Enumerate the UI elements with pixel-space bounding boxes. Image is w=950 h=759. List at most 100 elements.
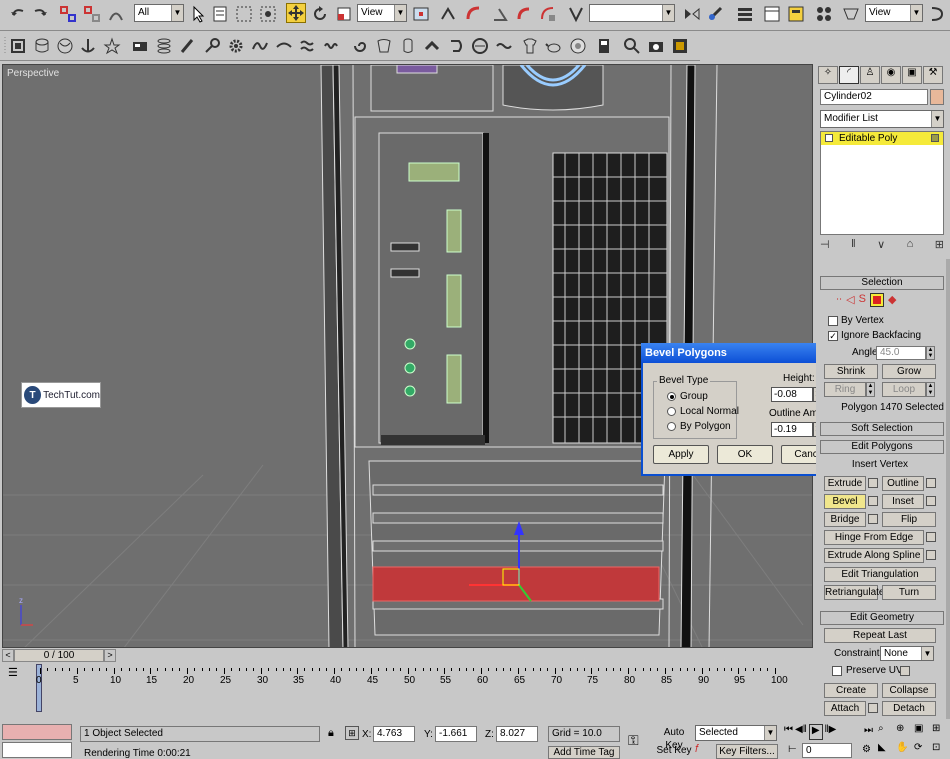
lock-selection-icon[interactable]: 🔒︎ <box>328 727 334 740</box>
angle-spinner[interactable]: ▲ ▼ <box>926 346 935 360</box>
repeat-last-button[interactable]: Repeat Last <box>824 628 936 643</box>
extrude-along-spline-button[interactable]: Extrude Along Spline <box>824 548 924 563</box>
maxscript-listener-bottom[interactable] <box>2 742 72 758</box>
modifier-list-dropdown[interactable]: Modifier List ▼ <box>820 110 944 128</box>
play-icon[interactable]: ▶ <box>808 724 823 740</box>
polygon-icon[interactable] <box>869 293 884 307</box>
auto-key-button[interactable]: Auto Key <box>656 726 692 751</box>
magnify-render-icon[interactable] <box>622 36 642 56</box>
gear-icon[interactable] <box>226 36 246 56</box>
attach-settings-button[interactable] <box>868 703 878 713</box>
zoom-extents-all-icon[interactable]: ⊞ <box>932 723 948 740</box>
orbit-icon[interactable]: ⟳ <box>914 742 930 759</box>
schematic-view-icon[interactable] <box>786 4 806 24</box>
flip-button[interactable]: Flip <box>882 512 936 527</box>
z-coordinate[interactable]: 8.027 <box>496 726 538 742</box>
stack-icon[interactable] <box>154 36 174 56</box>
expand-icon[interactable] <box>825 134 833 142</box>
target-icon[interactable] <box>568 36 588 56</box>
time-config-icon[interactable]: ⚙ <box>862 744 871 755</box>
shirt-icon[interactable] <box>520 36 540 56</box>
time-slider[interactable]: < 0 / 100 > <box>0 649 815 663</box>
create-tab-icon[interactable]: ✧ <box>818 66 838 84</box>
ignore-backfacing-checkbox[interactable]: ✓ <box>828 331 838 341</box>
attach-icon[interactable] <box>8 36 28 56</box>
turn-button[interactable]: Turn <box>882 585 936 600</box>
globe-icon[interactable] <box>470 36 490 56</box>
pan-icon[interactable]: ✋ <box>896 742 912 759</box>
fov-icon[interactable]: ◣ <box>878 742 894 759</box>
hinge-from-edge-button[interactable]: Hinge From Edge <box>824 530 924 545</box>
apply-button[interactable]: Apply <box>653 445 709 464</box>
pen-icon[interactable] <box>178 36 198 56</box>
ring-spinner[interactable]: ▲ ▼ <box>866 382 875 397</box>
loop-button[interactable]: Loop <box>882 382 926 397</box>
element-icon[interactable]: ◆ <box>888 293 896 309</box>
motion-tab-icon[interactable]: ◉ <box>881 66 901 84</box>
option-by-polygon[interactable]: By Polygon <box>667 421 731 432</box>
select-object-icon[interactable] <box>188 4 208 24</box>
key-icon[interactable]: ⚿ <box>628 732 639 749</box>
align-icon[interactable] <box>706 4 726 24</box>
detach-button[interactable]: Detach <box>882 701 936 716</box>
add-time-tag-button[interactable]: Add Time Tag <box>548 746 620 759</box>
vertex-icon[interactable]: ∙∙ <box>836 293 842 309</box>
move-icon[interactable] <box>286 3 306 23</box>
manipulate-icon[interactable] <box>438 4 458 24</box>
retriangulate-button[interactable]: Retriangulate <box>824 585 884 600</box>
border-icon[interactable]: Ѕ <box>859 293 866 309</box>
bridge-button[interactable]: Bridge <box>824 512 866 527</box>
outline-button[interactable]: Outline <box>882 476 924 491</box>
edit-polygons-rollout-header[interactable]: Edit Polygons <box>820 440 944 454</box>
redo-icon[interactable] <box>30 4 50 24</box>
angle-input[interactable]: 45.0 <box>876 346 926 360</box>
zoom-icon[interactable]: ⌕ <box>878 723 894 740</box>
key-filters-button[interactable]: Key Filters... <box>716 744 778 759</box>
tube-icon[interactable] <box>32 36 52 56</box>
render-setup-icon[interactable] <box>841 4 861 24</box>
maxscript-listener[interactable] <box>2 724 72 740</box>
panel-scrollbar[interactable] <box>946 259 950 719</box>
edit-named-selection-icon[interactable] <box>566 4 586 24</box>
hierarchy-tab-icon[interactable]: ♙ <box>860 66 880 84</box>
preserve-uvs-settings-button[interactable] <box>900 666 910 676</box>
bone-icon[interactable] <box>102 36 122 56</box>
sphere-icon[interactable] <box>55 36 75 56</box>
collapse-button[interactable]: Collapse <box>882 683 936 698</box>
outline-input[interactable]: -0.19 <box>771 422 813 437</box>
percent-snap-icon[interactable] <box>514 4 534 24</box>
select-link-icon[interactable] <box>58 4 78 24</box>
maximize-viewport-icon[interactable]: ⊡ <box>932 742 948 759</box>
show-end-result-icon[interactable]: ‖ <box>851 238 856 254</box>
bevel-button[interactable]: Bevel <box>824 494 866 509</box>
zoom-all-icon[interactable]: ⊕ <box>896 723 912 740</box>
teapot-icon[interactable] <box>544 36 564 56</box>
bind-space-warp-icon[interactable] <box>106 4 126 24</box>
key-mode-icon[interactable]: ⊢ <box>788 744 797 755</box>
extrude-button[interactable]: Extrude <box>824 476 866 491</box>
preserve-uvs-checkbox[interactable] <box>832 666 842 676</box>
object-name-field[interactable]: Cylinder02 <box>820 89 928 105</box>
hook-icon[interactable] <box>446 36 466 56</box>
make-unique-icon[interactable]: ∨ <box>877 238 885 254</box>
selection-rollout-header[interactable]: Selection <box>820 276 944 290</box>
by-vertex-checkbox[interactable] <box>828 316 838 326</box>
pin-stack-icon[interactable]: ⊣ <box>820 238 830 254</box>
angle-snap-icon[interactable] <box>490 4 510 24</box>
rotate-icon[interactable] <box>310 4 330 24</box>
option-group[interactable]: Group <box>667 391 708 402</box>
named-selection-dropdown[interactable]: ▼ <box>589 4 675 22</box>
extrude-settings-button[interactable] <box>868 478 878 488</box>
inset-settings-button[interactable] <box>926 496 936 506</box>
utilities-tab-icon[interactable]: ⚒ <box>923 66 943 84</box>
cloth-icon[interactable] <box>374 36 394 56</box>
spinner-snap-icon[interactable] <box>538 4 558 24</box>
cylinder-icon[interactable] <box>398 36 418 56</box>
time-next-button[interactable]: > <box>104 649 116 662</box>
rect-region-icon[interactable] <box>234 4 254 24</box>
set-key-button[interactable]: Set Key <box>656 744 692 759</box>
material-editor-icon[interactable] <box>814 4 834 24</box>
film-icon[interactable] <box>670 36 690 56</box>
configure-sets-icon[interactable]: ⊞ <box>935 238 944 254</box>
chain-icon[interactable] <box>494 36 514 56</box>
